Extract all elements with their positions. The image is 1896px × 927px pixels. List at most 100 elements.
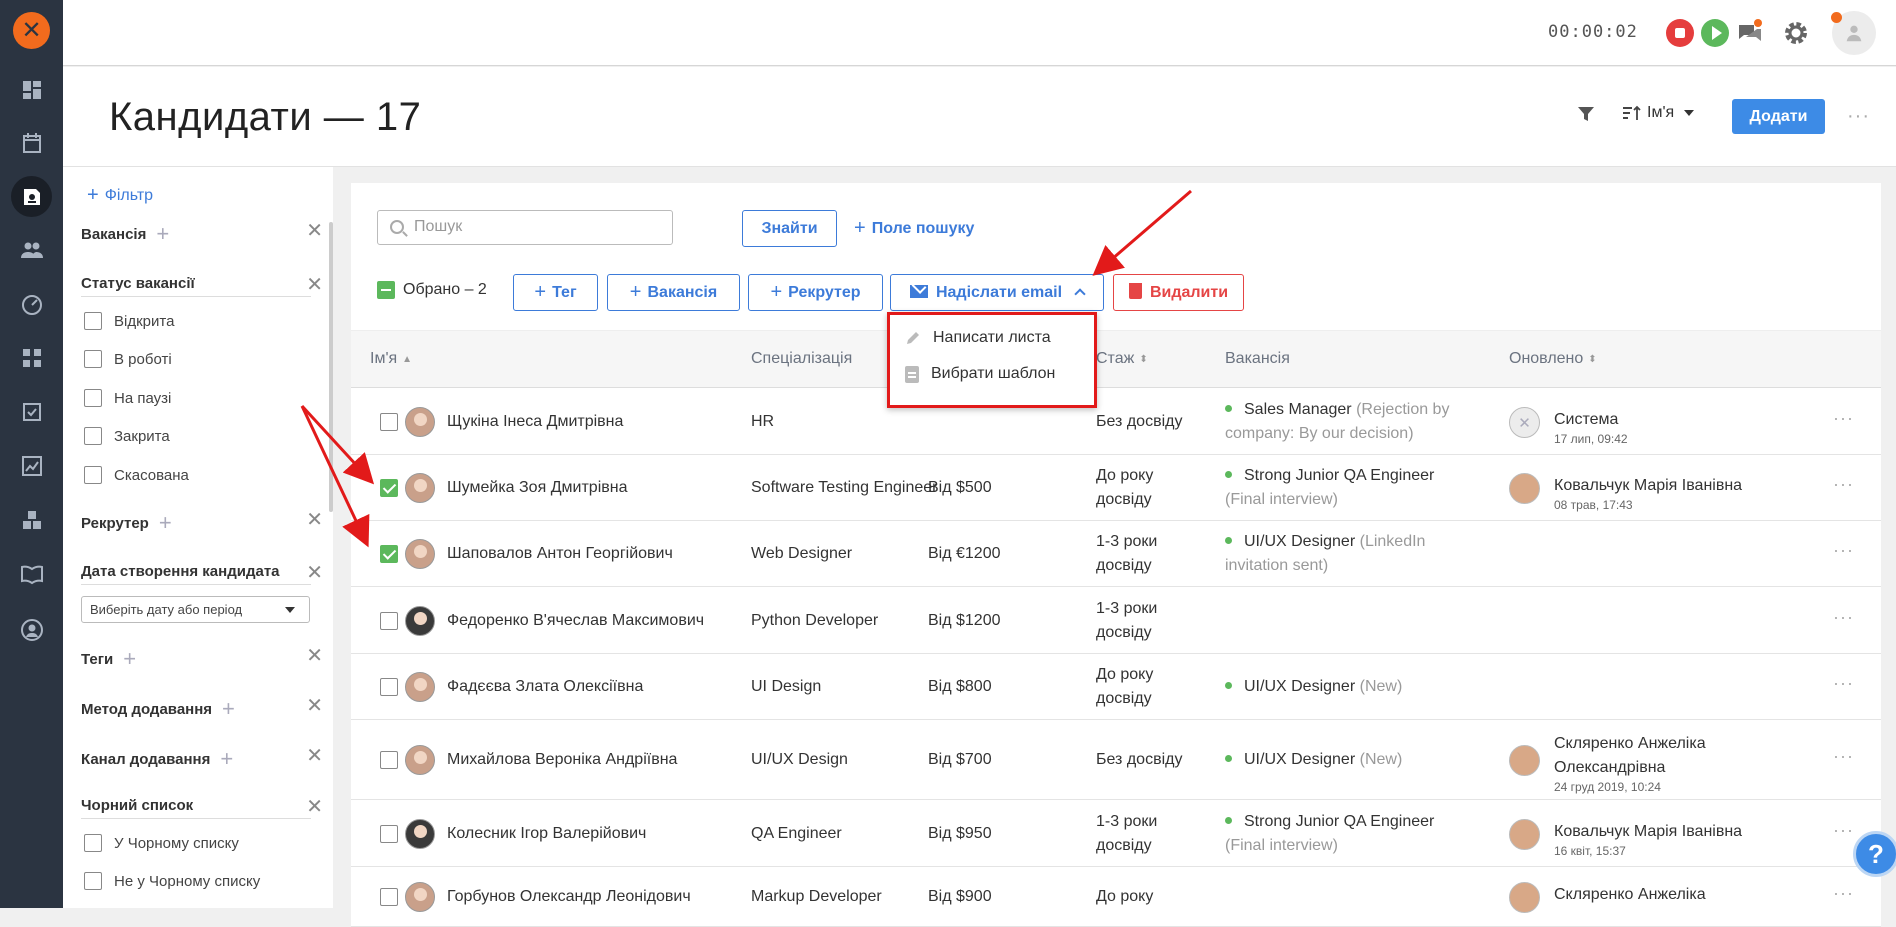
- candidate-vacancy[interactable]: UI/UX Designer (New): [1225, 748, 1457, 772]
- play-timer-button[interactable]: [1701, 19, 1729, 47]
- help-button[interactable]: ?: [1853, 831, 1896, 877]
- add-recruiter-button[interactable]: + Рекрутер: [748, 274, 883, 311]
- status-paused-checkbox[interactable]: На паузі: [84, 389, 171, 407]
- table-row[interactable]: Шумейка Зоя Дмитрівна Software Testing En…: [351, 455, 1881, 521]
- status-in-progress-checkbox[interactable]: В роботі: [84, 350, 172, 368]
- choose-template-item[interactable]: Вибрати шаблон: [905, 365, 1055, 383]
- chat-icon[interactable]: [1735, 18, 1765, 48]
- speedometer-icon[interactable]: [13, 285, 50, 322]
- close-icon[interactable]: ✕: [306, 272, 323, 297]
- send-email-button[interactable]: Надіслати email: [890, 274, 1104, 311]
- profile-icon[interactable]: [13, 611, 50, 648]
- row-more-icon[interactable]: ···: [1833, 820, 1854, 841]
- selected-count[interactable]: Обрано – 2: [377, 281, 487, 299]
- checkbox[interactable]: [84, 427, 102, 445]
- filter-icon[interactable]: [1575, 103, 1597, 125]
- add-tag-button[interactable]: + Тег: [513, 274, 598, 311]
- row-more-icon[interactable]: ···: [1833, 673, 1854, 694]
- close-icon[interactable]: ✕: [306, 507, 323, 532]
- candidate-name[interactable]: Горбунов Олександр Леонідович: [447, 885, 691, 909]
- more-icon[interactable]: ···: [1847, 105, 1870, 128]
- add-filter-link[interactable]: + Фільтр: [87, 184, 153, 207]
- integrations-icon[interactable]: [13, 501, 50, 538]
- candidate-vacancy[interactable]: Strong Junior QA Engineer (Final intervi…: [1225, 810, 1457, 858]
- column-updated[interactable]: Оновлено ⬍: [1509, 350, 1597, 368]
- candidate-vacancy[interactable]: Sales Manager (Rejection by company: By …: [1225, 398, 1457, 446]
- row-more-icon[interactable]: ···: [1833, 746, 1854, 767]
- checkbox[interactable]: [84, 834, 102, 852]
- calendar-icon[interactable]: [13, 124, 50, 161]
- plus-icon[interactable]: +: [156, 221, 169, 246]
- row-checkbox[interactable]: [380, 612, 398, 630]
- stop-timer-button[interactable]: [1666, 19, 1694, 47]
- search-field-button[interactable]: + Поле пошуку: [854, 217, 974, 240]
- table-row[interactable]: Горбунов Олександр Леонідович Markup Deve…: [351, 867, 1881, 927]
- plus-icon[interactable]: +: [222, 696, 235, 721]
- avatar[interactable]: [405, 539, 435, 569]
- table-row[interactable]: Федоренко В'ячеслав Максимович Python Dev…: [351, 587, 1881, 654]
- dashboard-icon[interactable]: [13, 71, 50, 108]
- candidate-name[interactable]: Федоренко В'ячеслав Максимович: [447, 609, 704, 633]
- sort-control[interactable]: Ім'я: [1623, 104, 1695, 122]
- date-period-select[interactable]: Виберіть дату або період: [81, 596, 310, 623]
- add-candidate-button[interactable]: Додати: [1732, 99, 1825, 134]
- write-letter-item[interactable]: Написати листа: [905, 329, 1051, 347]
- close-icon[interactable]: ✕: [306, 794, 323, 819]
- hierarchy-icon[interactable]: [13, 339, 50, 376]
- avatar[interactable]: [405, 606, 435, 636]
- table-row[interactable]: Михайлова Вероніка Андріївна UI/UX Design…: [351, 720, 1881, 800]
- row-checkbox[interactable]: [380, 825, 398, 843]
- plus-icon[interactable]: +: [220, 746, 233, 771]
- candidate-vacancy[interactable]: Strong Junior QA Engineer (Final intervi…: [1225, 464, 1457, 512]
- close-icon[interactable]: ✕: [306, 560, 323, 585]
- checkbox[interactable]: [84, 872, 102, 890]
- plus-icon[interactable]: +: [159, 510, 172, 535]
- blacklist-in-checkbox[interactable]: У Чорному списку: [84, 834, 239, 852]
- row-more-icon[interactable]: ···: [1833, 408, 1854, 429]
- candidate-vacancy[interactable]: UI/UX Designer (LinkedIn invitation sent…: [1225, 530, 1457, 578]
- close-icon[interactable]: ✕: [306, 693, 323, 718]
- column-experience[interactable]: Стаж ⬍: [1096, 350, 1148, 368]
- candidate-name[interactable]: Михайлова Вероніка Андріївна: [447, 748, 677, 772]
- table-row[interactable]: Фадєєва Злата Олексіївна UI Design Від $80…: [351, 654, 1881, 720]
- candidate-name[interactable]: Колесник Ігор Валерійович: [447, 822, 646, 846]
- column-specialization[interactable]: Спеціалізація: [751, 350, 852, 368]
- close-icon[interactable]: ✕: [306, 643, 323, 668]
- avatar[interactable]: [405, 473, 435, 503]
- users-icon[interactable]: [13, 231, 50, 268]
- checkbox[interactable]: [84, 389, 102, 407]
- close-icon[interactable]: ✕: [306, 743, 323, 768]
- candidate-name[interactable]: Щукіна Інеса Дмитрівна: [447, 410, 623, 434]
- plus-icon[interactable]: +: [123, 646, 136, 671]
- candidate-name[interactable]: Шумейка Зоя Дмитрівна: [447, 476, 627, 500]
- logo-icon[interactable]: ✕: [13, 12, 50, 49]
- candidate-name[interactable]: Шаповалов Антон Георгійович: [447, 542, 673, 566]
- row-checkbox[interactable]: [380, 413, 398, 431]
- table-row[interactable]: Шаповалов Антон Георгійович Web Designer В…: [351, 521, 1881, 587]
- delete-button[interactable]: Видалити: [1113, 274, 1244, 311]
- gear-icon[interactable]: [1781, 18, 1811, 48]
- row-checkbox[interactable]: [380, 545, 398, 563]
- sidebar-scrollbar[interactable]: [329, 222, 333, 512]
- row-checkbox[interactable]: [380, 888, 398, 906]
- avatar[interactable]: [405, 745, 435, 775]
- status-closed-checkbox[interactable]: Закрита: [84, 427, 170, 445]
- row-more-icon[interactable]: ···: [1833, 883, 1854, 904]
- candidate-vacancy[interactable]: UI/UX Designer (New): [1225, 675, 1457, 699]
- row-checkbox[interactable]: [380, 678, 398, 696]
- close-icon[interactable]: ✕: [306, 218, 323, 243]
- blacklist-not-checkbox[interactable]: Не у Чорному списку: [84, 872, 260, 890]
- candidate-name[interactable]: Фадєєва Злата Олексіївна: [447, 675, 643, 699]
- book-icon[interactable]: [13, 555, 50, 592]
- deselect-checkbox[interactable]: [377, 281, 395, 299]
- table-row[interactable]: Щукіна Інеса Дмитрівна HR Без досвіду Sales…: [351, 388, 1881, 455]
- row-more-icon[interactable]: ···: [1833, 607, 1854, 628]
- search-input[interactable]: Пошук: [377, 210, 673, 245]
- add-vacancy-button[interactable]: + Вакансія: [607, 274, 740, 311]
- tasks-icon[interactable]: [13, 393, 50, 430]
- analytics-icon[interactable]: [13, 447, 50, 484]
- checkbox[interactable]: [84, 466, 102, 484]
- status-cancelled-checkbox[interactable]: Скасована: [84, 466, 189, 484]
- avatar[interactable]: [405, 672, 435, 702]
- candidates-icon[interactable]: [11, 176, 52, 217]
